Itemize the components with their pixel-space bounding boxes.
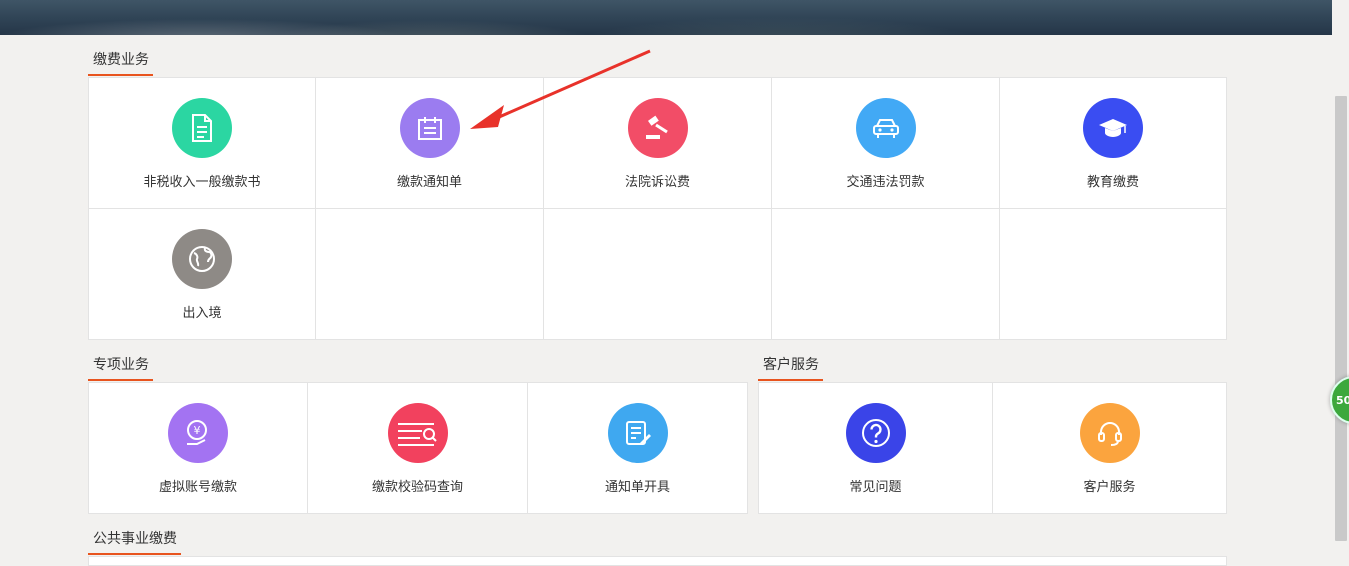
empty-cell [544, 209, 772, 339]
section-title-special: 专项业务 [88, 356, 153, 381]
public-grid [88, 556, 1227, 566]
question-icon [845, 403, 906, 463]
notice-icon [399, 98, 460, 158]
empty-cell [1000, 209, 1226, 339]
search-list-icon [387, 403, 448, 463]
special-grid: ¥ 虚拟账号缴款 缴款校验码查询 通知单开具 [88, 382, 748, 514]
service-label: 法院诉讼费 [624, 175, 690, 190]
section-title-public: 公共事业缴费 [88, 530, 181, 555]
service-label: 常见问题 [849, 480, 902, 495]
globe-icon [172, 229, 232, 289]
headset-icon [1079, 403, 1140, 463]
section-title-service: 客户服务 [758, 356, 823, 381]
service-customer-support[interactable]: 客户服务 [993, 383, 1226, 513]
service-label: 客户服务 [1083, 480, 1136, 495]
empty-cell [316, 209, 544, 339]
document-icon [172, 98, 232, 158]
service-label: 出入境 [182, 306, 222, 321]
car-icon [855, 98, 916, 158]
yen-hand-icon: ¥ [168, 403, 228, 463]
service-faq[interactable]: 常见问题 [759, 383, 993, 513]
service-label: 虚拟账号缴款 [158, 480, 237, 495]
scrollbar-thumb[interactable] [1335, 96, 1347, 541]
annotation-arrow [470, 49, 651, 129]
service-verify-code-query[interactable]: 缴款校验码查询 [308, 383, 528, 513]
service-nontax-general[interactable]: 非税收入一般缴款书 [89, 78, 316, 209]
service-label: 缴款校验码查询 [371, 480, 463, 495]
section-title-payment: 缴费业务 [88, 51, 153, 76]
service-traffic-fine[interactable]: 交通违法罚款 [772, 78, 1000, 209]
service-virtual-account[interactable]: ¥ 虚拟账号缴款 [89, 383, 308, 513]
service-label: 交通违法罚款 [846, 175, 925, 190]
edit-document-icon [607, 403, 668, 463]
service-education-fee[interactable]: 教育缴费 [1000, 78, 1226, 209]
top-banner [0, 0, 1332, 35]
service-label: 教育缴费 [1086, 175, 1139, 190]
service-label: 通知单开具 [604, 480, 670, 495]
svg-text:¥: ¥ [194, 424, 201, 437]
service-exit-entry[interactable]: 出入境 [89, 209, 316, 339]
service-grid: 常见问题 客户服务 [758, 382, 1227, 514]
service-label: 缴款通知单 [396, 175, 462, 190]
service-label: 非税收入一般缴款书 [143, 175, 261, 190]
graduation-cap-icon [1083, 98, 1143, 158]
service-issue-notice[interactable]: 通知单开具 [528, 383, 747, 513]
empty-cell [772, 209, 1000, 339]
